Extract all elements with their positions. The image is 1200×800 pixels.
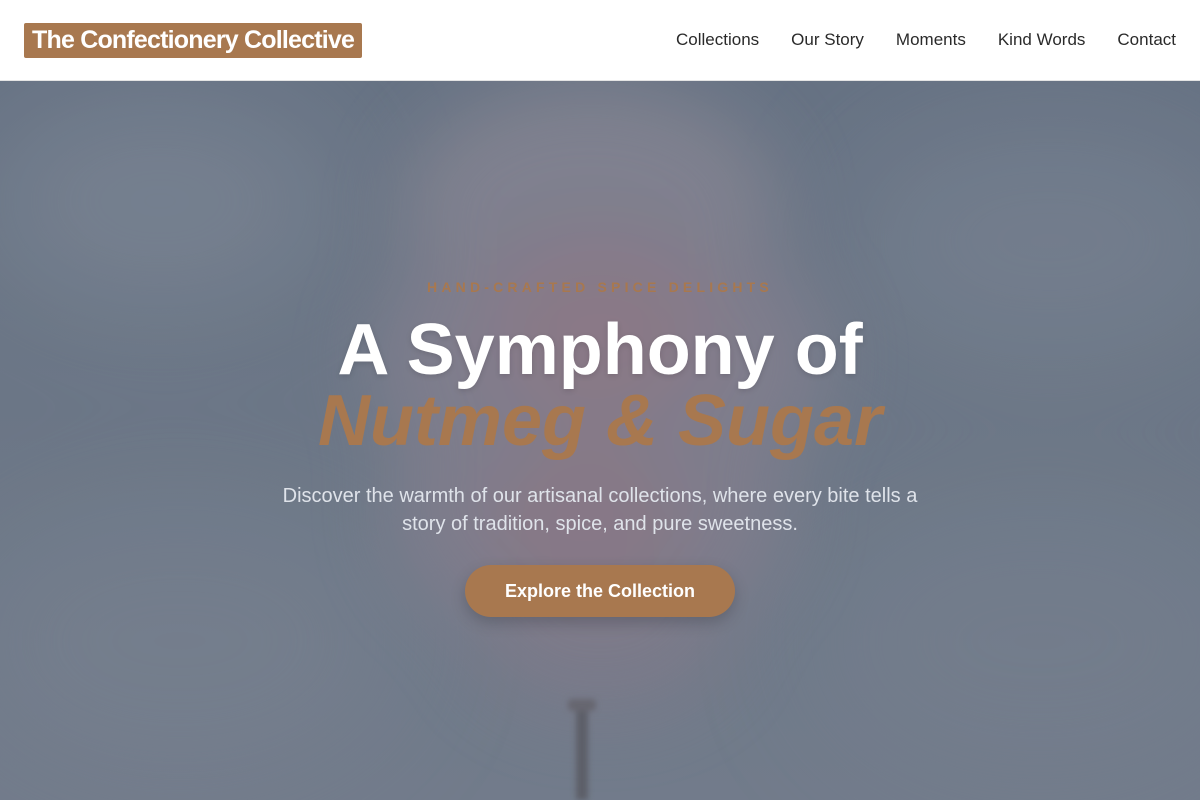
- hero-subtitle: Discover the warmth of our artisanal col…: [282, 485, 918, 535]
- nav-link-kind-words[interactable]: Kind Words: [998, 30, 1086, 50]
- site-header: The Confectionery Collective Collections…: [0, 0, 1200, 81]
- hero-eyebrow: HAND-CRAFTED SPICE DELIGHTS: [427, 279, 773, 295]
- hero-title-accent: Nutmeg & Sugar: [317, 381, 883, 461]
- hero-title: A Symphony of: [337, 310, 863, 390]
- hero-section: HAND-CRAFTED SPICE DELIGHTS A Symphony o…: [0, 81, 1200, 800]
- nav-link-contact[interactable]: Contact: [1117, 30, 1176, 50]
- main-nav: Collections Our Story Moments Kind Words…: [676, 30, 1176, 50]
- nav-link-our-story[interactable]: Our Story: [791, 30, 864, 50]
- nav-link-collections[interactable]: Collections: [676, 30, 759, 50]
- site-logo[interactable]: The Confectionery Collective: [24, 22, 363, 58]
- hero-content: HAND-CRAFTED SPICE DELIGHTS A Symphony o…: [0, 81, 1200, 800]
- nav-link-moments[interactable]: Moments: [896, 30, 966, 50]
- explore-collection-button[interactable]: Explore the Collection: [465, 565, 735, 617]
